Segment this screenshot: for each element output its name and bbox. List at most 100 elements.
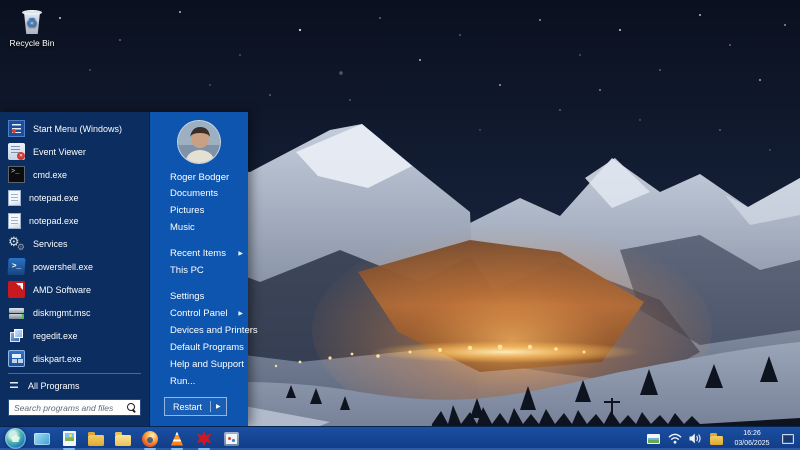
taskbar-icon-vlc[interactable] bbox=[166, 427, 188, 450]
screenshot-tray-icon[interactable] bbox=[646, 430, 661, 448]
regedit-icon bbox=[8, 327, 25, 344]
start-menu: Start Menu (Windows) Event Viewer cmd.exe n… bbox=[0, 112, 258, 426]
start-menu-right-item-recent-items[interactable]: Recent Items ▶ bbox=[150, 245, 248, 262]
all-programs-label: All Programs bbox=[28, 381, 80, 391]
start-menu-item-powershell-exe[interactable]: powershell.exe bbox=[0, 255, 149, 278]
power-row: Restart ▶ bbox=[150, 397, 248, 416]
wifi-icon[interactable] bbox=[667, 430, 682, 448]
eventviewer-icon bbox=[8, 143, 25, 160]
start-menu-item-label: regedit.exe bbox=[33, 330, 78, 341]
start-menu-right-item-this-pc[interactable]: This PC bbox=[150, 262, 248, 279]
notepad-icon bbox=[8, 212, 21, 229]
start-menu-item-notepad-exe[interactable]: notepad.exe bbox=[0, 209, 149, 232]
image-viewer-icon bbox=[62, 431, 76, 446]
right-item-label: Recent Items bbox=[170, 248, 226, 259]
taskbar-icon-image-viewer[interactable] bbox=[58, 427, 80, 450]
taskbar-icon-amd-radeon[interactable] bbox=[193, 427, 215, 450]
taskbar: 16:26 03/06/2025 bbox=[0, 426, 800, 450]
start-menu-right-item-devices-and-printers[interactable]: Devices and Printers bbox=[150, 322, 258, 339]
amd-radeon-icon bbox=[196, 431, 212, 446]
start-button[interactable] bbox=[5, 428, 26, 449]
start-menu-item-regedit-exe[interactable]: regedit.exe bbox=[0, 324, 149, 347]
submenu-arrow-icon: ▶ bbox=[238, 311, 243, 317]
start-menu-item-notepad-exe[interactable]: notepad.exe bbox=[0, 186, 149, 209]
start-menu-item-services[interactable]: Services bbox=[0, 232, 149, 255]
start-menu-right-item-run[interactable]: Run... bbox=[150, 373, 248, 390]
tray-folder-icon[interactable] bbox=[709, 430, 724, 448]
all-programs-icon bbox=[8, 380, 20, 392]
start-menu-item-label: notepad.exe bbox=[29, 215, 79, 226]
recycle-bin[interactable]: ♻ Recycle Bin bbox=[6, 6, 58, 48]
start-menu-item-start-menu-windows[interactable]: Start Menu (Windows) bbox=[0, 117, 149, 140]
start-menu-right-list: Documents Pictures Music Recent Items ▶ This … bbox=[150, 185, 258, 390]
taskbar-icon-monitor-app[interactable] bbox=[31, 427, 53, 450]
submenu-arrow-icon: ▶ bbox=[238, 251, 243, 257]
notepad-icon bbox=[8, 189, 21, 206]
right-item-label: This PC bbox=[170, 265, 204, 276]
start-menu-item-label: AMD Software bbox=[33, 284, 92, 295]
right-item-label: Music bbox=[170, 222, 195, 233]
taskbar-icon-paint-app[interactable] bbox=[220, 427, 242, 450]
taskbar-icon-folder-dark[interactable] bbox=[85, 427, 107, 450]
all-programs-item[interactable]: All Programs bbox=[0, 376, 149, 396]
start-menu-item-label: powershell.exe bbox=[33, 261, 94, 272]
start-menu-item-label: Start Menu (Windows) bbox=[33, 123, 123, 134]
start-menu-item-label: diskpart.exe bbox=[33, 353, 82, 364]
search-input[interactable] bbox=[14, 402, 127, 413]
restart-label: Restart bbox=[173, 401, 203, 412]
taskbar-clock[interactable]: 16:26 03/06/2025 bbox=[730, 429, 774, 448]
recycle-bin-label: Recycle Bin bbox=[9, 38, 55, 48]
taskbar-icon-folder-light[interactable] bbox=[112, 427, 134, 450]
left-column-separator bbox=[8, 373, 141, 374]
start-menu-right-item-music[interactable]: Music bbox=[150, 219, 248, 236]
taskbar-icon-firefox[interactable] bbox=[139, 427, 161, 450]
system-tray: 16:26 03/06/2025 bbox=[646, 429, 795, 448]
start-menu-left-list: Start Menu (Windows) Event Viewer cmd.exe n… bbox=[0, 117, 149, 370]
paint-app-icon bbox=[223, 431, 239, 446]
start-menu-right-item-documents[interactable]: Documents bbox=[150, 185, 248, 202]
diskmgmt-icon bbox=[8, 304, 25, 321]
clock-time: 16:26 bbox=[743, 430, 761, 438]
right-item-label: Help and Support bbox=[170, 359, 244, 370]
folder-light-icon bbox=[115, 431, 131, 446]
show-desktop-peek-icon[interactable] bbox=[780, 430, 795, 448]
services-icon bbox=[8, 234, 25, 253]
search-icon[interactable] bbox=[127, 403, 136, 412]
amd-icon bbox=[8, 281, 25, 298]
start-menu-right-item-help-and-support[interactable]: Help and Support bbox=[150, 356, 248, 373]
start-menu-item-diskpart-exe[interactable]: diskpart.exe bbox=[0, 347, 149, 370]
start-menu-item-amd-software[interactable]: AMD Software bbox=[0, 278, 149, 301]
start-menu-right-item-control-panel[interactable]: Control Panel ▶ bbox=[150, 305, 248, 322]
right-item-label: Devices and Printers bbox=[170, 325, 258, 336]
startmenu-icon bbox=[8, 120, 25, 137]
vlc-icon bbox=[171, 431, 183, 446]
search-box bbox=[8, 399, 141, 416]
start-menu-right-item-pictures[interactable]: Pictures bbox=[150, 202, 248, 219]
diskpart-icon bbox=[8, 350, 25, 367]
cmd-icon bbox=[8, 166, 25, 183]
start-menu-item-diskmgmt-msc[interactable]: diskmgmt.msc bbox=[0, 301, 149, 324]
avatar-portrait bbox=[178, 121, 220, 163]
start-menu-item-event-viewer[interactable]: Event Viewer bbox=[0, 140, 149, 163]
restart-options-arrow-icon[interactable]: ▶ bbox=[211, 403, 226, 410]
right-item-label: Settings bbox=[170, 291, 205, 302]
firefox-icon bbox=[142, 430, 158, 447]
right-item-label: Run... bbox=[170, 376, 196, 387]
start-menu-item-label: notepad.exe bbox=[29, 192, 79, 203]
folder-dark-icon bbox=[88, 431, 104, 446]
start-menu-item-label: Services bbox=[33, 238, 68, 249]
start-menu-item-label: Event Viewer bbox=[33, 146, 86, 157]
restart-button[interactable]: Restart ▶ bbox=[164, 397, 227, 416]
recycle-bin-icon: ♻ bbox=[19, 6, 45, 36]
start-menu-right-item-default-programs[interactable]: Default Programs bbox=[150, 339, 248, 356]
right-item-label: Control Panel bbox=[170, 308, 228, 319]
start-menu-item-label: diskmgmt.msc bbox=[33, 307, 91, 318]
right-item-label: Pictures bbox=[170, 205, 205, 216]
volume-icon[interactable] bbox=[688, 430, 703, 448]
user-avatar[interactable] bbox=[177, 120, 221, 164]
right-item-label: Default Programs bbox=[170, 342, 244, 353]
start-menu-item-cmd-exe[interactable]: cmd.exe bbox=[0, 163, 149, 186]
user-name[interactable]: Roger Bodger bbox=[150, 164, 248, 183]
right-item-label: Documents bbox=[170, 188, 219, 199]
start-menu-right-item-settings[interactable]: Settings bbox=[150, 288, 248, 305]
